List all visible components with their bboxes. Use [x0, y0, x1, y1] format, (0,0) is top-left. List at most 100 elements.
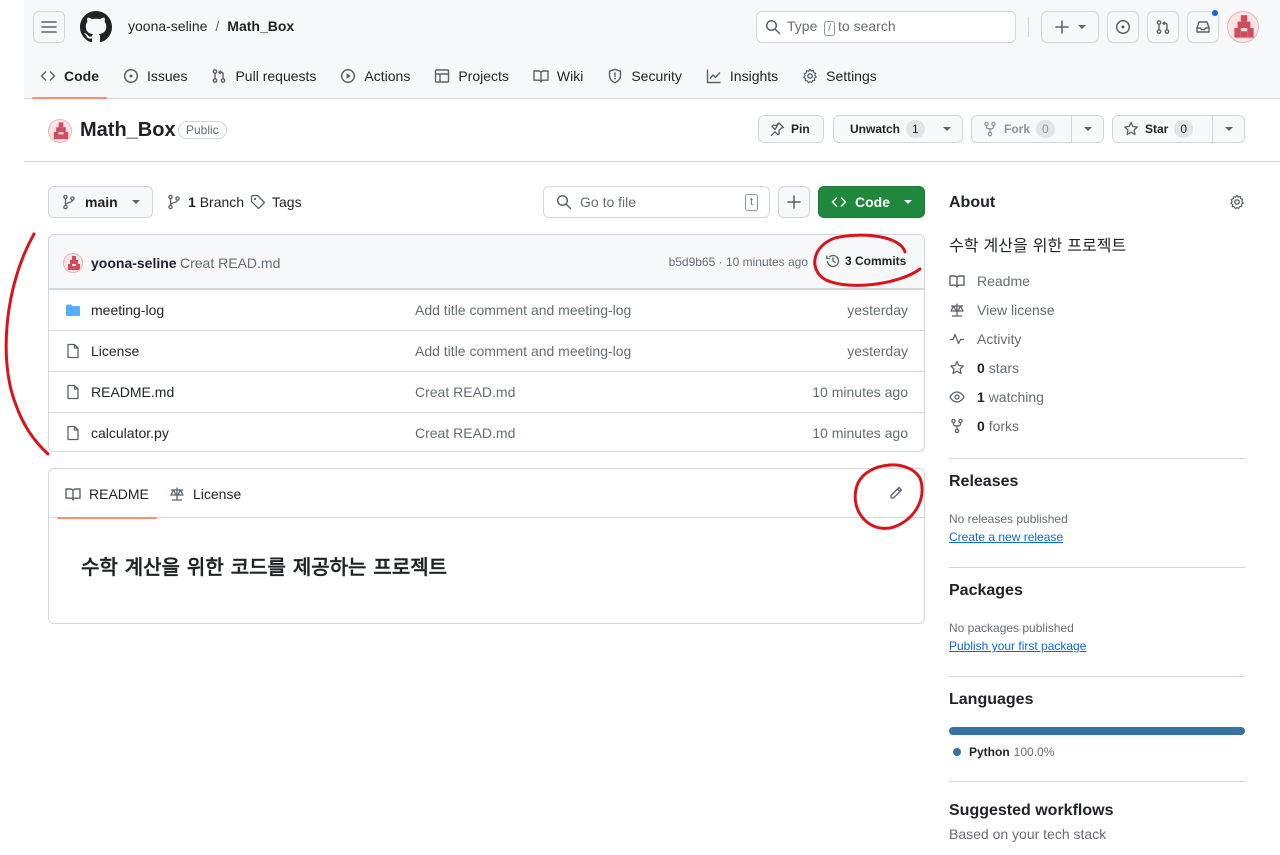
- plus-icon: [1055, 20, 1069, 34]
- stars-link[interactable]: 0 stars: [949, 360, 1019, 376]
- git-branch-icon: [168, 194, 180, 210]
- watching-label: watching: [988, 389, 1044, 405]
- fork-dropdown[interactable]: [1071, 116, 1103, 142]
- releases-title[interactable]: Releases: [949, 473, 1018, 491]
- book-icon: [533, 70, 549, 83]
- user-avatar[interactable]: [1227, 11, 1259, 43]
- language-python[interactable]: Python 100.0%: [953, 745, 1054, 759]
- folder-icon: [66, 304, 80, 316]
- add-file-button[interactable]: [778, 186, 810, 218]
- tab-code[interactable]: Code: [32, 54, 107, 99]
- create-new-button[interactable]: [1041, 11, 1099, 43]
- owner-link[interactable]: yoona-seline: [128, 18, 207, 34]
- packages-title[interactable]: Packages: [949, 582, 1023, 600]
- file-icon: [67, 425, 79, 441]
- star-dropdown[interactable]: [1212, 116, 1244, 142]
- commits-link[interactable]: 3 Commits: [825, 253, 906, 269]
- fork-button[interactable]: Fork 0: [971, 115, 1104, 143]
- code-button-label: Code: [855, 194, 890, 210]
- packages-empty-text: No packages published: [949, 621, 1074, 635]
- watch-dropdown[interactable]: [932, 116, 962, 142]
- tab-wiki-label: Wiki: [556, 68, 584, 84]
- tab-security[interactable]: Security: [599, 54, 690, 98]
- file-name[interactable]: meeting-log: [91, 302, 164, 318]
- repo-title-row: Math_Box Public Pin Unwatch 1 Fork 0 Sta…: [24, 99, 1280, 162]
- file-commit-message[interactable]: Creat READ.md: [415, 425, 515, 441]
- branch-selector[interactable]: main: [48, 186, 153, 218]
- star-button[interactable]: Star 0: [1112, 115, 1245, 143]
- triangle-down-icon: [1224, 127, 1233, 131]
- readme-heading: 수학 계산을 위한 코드를 제공하는 프로젝트: [81, 555, 448, 579]
- commit-author[interactable]: yoona-seline: [91, 255, 177, 271]
- search-placeholder: Type / to search: [787, 18, 896, 36]
- tags-link[interactable]: Tags: [250, 194, 302, 210]
- triangle-down-icon: [943, 127, 951, 131]
- activity-link[interactable]: Activity: [949, 331, 1021, 347]
- triangle-down-icon: [131, 200, 140, 204]
- license-link[interactable]: View license: [949, 302, 1055, 318]
- file-icon: [67, 343, 79, 359]
- triangle-down-icon: [904, 200, 912, 204]
- github-logo-icon[interactable]: [80, 11, 112, 43]
- tab-actions[interactable]: Actions: [332, 54, 418, 98]
- file-row-license[interactable]: License Add title comment and meeting-lo…: [49, 330, 924, 371]
- repo-link[interactable]: Math_Box: [227, 18, 294, 34]
- file-name[interactable]: calculator.py: [91, 425, 169, 441]
- tab-settings[interactable]: Settings: [794, 54, 885, 98]
- search-input[interactable]: Type / to search: [756, 11, 1016, 43]
- tab-projects[interactable]: Projects: [426, 54, 517, 98]
- tab-pull-requests[interactable]: Pull requests: [203, 54, 324, 98]
- go-to-file-input[interactable]: Go to file t: [543, 186, 770, 218]
- file-navigation: main 1 Branch Tags Go to file t Code: [48, 186, 925, 218]
- workflows-title: Suggested workflows: [949, 802, 1114, 819]
- edit-readme-button[interactable]: [888, 485, 904, 501]
- forks-link[interactable]: 0 forks: [949, 418, 1019, 434]
- code-icon: [831, 197, 847, 207]
- unwatch-button[interactable]: Unwatch 1: [833, 115, 963, 143]
- file-commit-message[interactable]: Add title comment and meeting-log: [415, 343, 631, 359]
- file-row-meeting-log[interactable]: meeting-log Add title comment and meetin…: [49, 289, 924, 330]
- repo-owner-avatar[interactable]: [48, 119, 72, 143]
- menu-button[interactable]: [33, 11, 65, 43]
- tab-insights[interactable]: Insights: [698, 54, 786, 98]
- file-commit-message[interactable]: Add title comment and meeting-log: [415, 302, 631, 318]
- watching-link[interactable]: 1 watching: [949, 389, 1044, 405]
- file-name[interactable]: License: [91, 343, 139, 359]
- search-shortcut-key: /: [824, 21, 836, 36]
- readme-link[interactable]: Readme: [949, 273, 1030, 289]
- tab-wiki[interactable]: Wiki: [525, 54, 591, 98]
- sidebar-divider: [949, 567, 1245, 568]
- license-link-label: View license: [977, 302, 1055, 318]
- star-label: Star: [1145, 122, 1169, 136]
- pin-button[interactable]: Pin: [758, 115, 824, 143]
- file-row-calculator[interactable]: calculator.py Creat READ.md 10 minutes a…: [49, 412, 924, 451]
- law-icon: [170, 487, 184, 501]
- tab-license[interactable]: License: [169, 469, 241, 518]
- repo-title[interactable]: Math_Box: [80, 119, 176, 142]
- go-to-file-placeholder: Go to file: [580, 194, 637, 210]
- edit-about-button[interactable]: [1229, 194, 1245, 210]
- commit-author-avatar[interactable]: [63, 253, 83, 273]
- repo-nav: Code Issues Pull requests Actions Projec…: [24, 54, 893, 99]
- stars-count: 0: [977, 360, 985, 376]
- pull-requests-button[interactable]: [1147, 11, 1179, 43]
- code-dropdown-button[interactable]: Code: [818, 186, 925, 218]
- commit-message[interactable]: Creat READ.md: [180, 255, 280, 271]
- tags-label: Tags: [272, 194, 302, 210]
- eye-icon: [949, 391, 965, 403]
- tab-readme[interactable]: README: [57, 469, 157, 519]
- publish-package-link[interactable]: Publish your first package: [949, 639, 1086, 653]
- branches-link[interactable]: 1 Branch: [166, 194, 244, 210]
- language-name: Python: [969, 745, 1010, 759]
- sidebar-divider: [949, 781, 1245, 782]
- pulse-icon: [950, 333, 964, 345]
- issues-button[interactable]: [1107, 11, 1139, 43]
- commit-meta[interactable]: b5d9b65 · 10 minutes ago: [669, 255, 808, 269]
- gear-icon: [1230, 194, 1244, 210]
- pull-request-icon: [213, 69, 226, 83]
- file-row-readme[interactable]: README.md Creat READ.md 10 minutes ago: [49, 371, 924, 412]
- tab-issues[interactable]: Issues: [115, 54, 195, 98]
- file-name[interactable]: README.md: [91, 384, 174, 400]
- create-release-link[interactable]: Create a new release: [949, 530, 1063, 544]
- file-commit-message[interactable]: Creat READ.md: [415, 384, 515, 400]
